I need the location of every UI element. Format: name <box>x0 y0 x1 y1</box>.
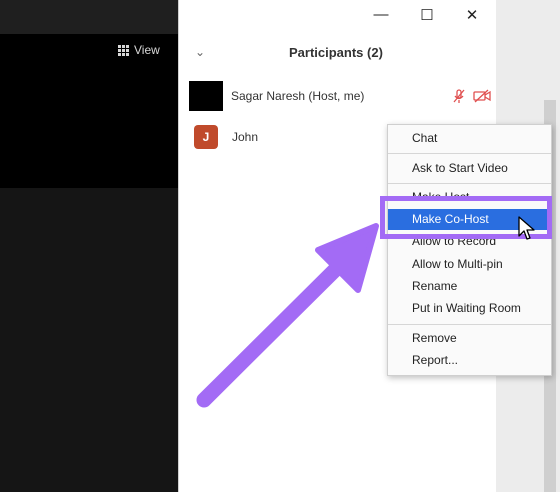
annotation-arrow <box>196 223 379 408</box>
zoom-window: View — ☐ ✕ ⌄ Participants (2) Sagar Nare… <box>0 0 560 492</box>
